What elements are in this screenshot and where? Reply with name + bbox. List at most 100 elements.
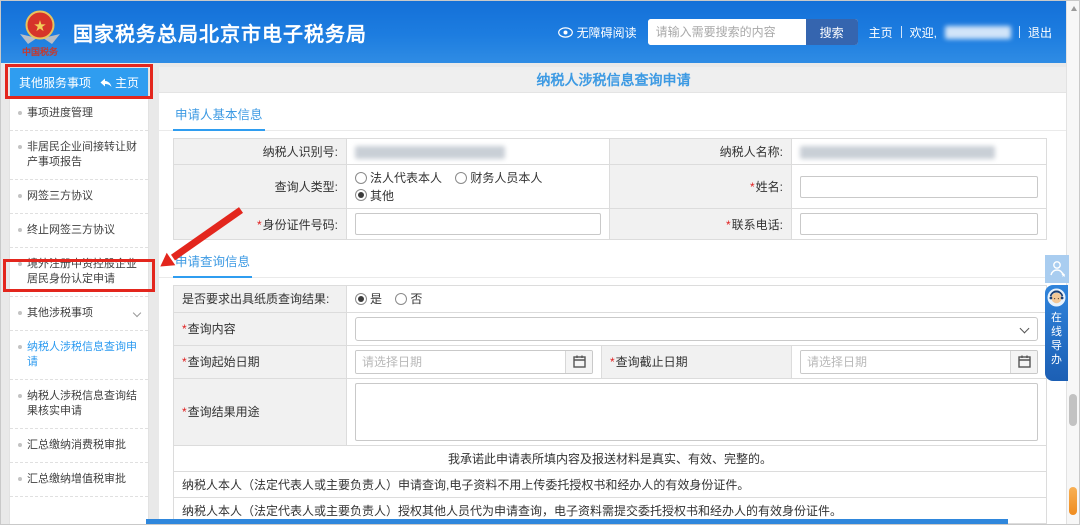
sidebar-item-label: 纳税人涉税信息查询申请: [27, 340, 143, 370]
site-title: 国家税务总局北京市电子税务局: [73, 18, 367, 47]
bullet-icon: [18, 228, 22, 232]
sidebar-item-overseas-resident-identification[interactable]: 境外注册中资控股企业居民身份认定申请: [10, 248, 148, 297]
home-link[interactable]: 主页: [869, 24, 893, 41]
radio-paper-no[interactable]: 否: [395, 290, 422, 307]
search-input[interactable]: [648, 19, 806, 45]
scroll-up-icon: [1071, 6, 1077, 11]
sidebar-item-terminate-tripartite-agreement[interactable]: 终止网签三方协议: [10, 214, 148, 248]
redacted-taxpayer-name: [800, 146, 995, 159]
bullet-icon: [18, 345, 22, 349]
required-mark: *: [726, 218, 731, 232]
header-nav: 主页 欢迎, 退出: [869, 24, 1052, 41]
phone-label: 联系电话:: [732, 218, 783, 232]
sidebar-item-label: 汇总缴纳增值税审批: [27, 472, 126, 487]
radio-finance-staff[interactable]: 财务人员本人: [455, 169, 542, 186]
chevron-down-icon: [133, 309, 141, 317]
redacted-taxpayer-id: [355, 146, 505, 159]
chevron-down-icon: [1020, 323, 1030, 333]
required-mark: *: [750, 180, 755, 194]
bullet-icon: [18, 394, 22, 398]
top-header: ★ 中国税务 国家税务总局北京市电子税务局 无障碍阅读 搜索 主页 欢迎,: [1, 1, 1068, 63]
radio-paper-yes[interactable]: 是: [355, 290, 382, 307]
end-date-input[interactable]: [801, 351, 1010, 373]
table-row: 查询人类型: 法人代表本人 财务人员本人 其他 *姓名:: [174, 165, 1047, 209]
radio-icon[interactable]: [355, 172, 367, 184]
sidebar-item-label: 其他涉税事项: [27, 306, 93, 321]
sidebar-item-vat-approval[interactable]: 汇总缴纳增值税审批: [10, 463, 148, 497]
radio-icon-checked[interactable]: [355, 293, 367, 305]
bullet-icon: [18, 477, 22, 481]
paper-result-label: 是否要求出具纸质查询结果:: [182, 292, 329, 306]
start-date-label: 查询起始日期: [188, 355, 260, 369]
online-guide-tab[interactable]: 在线导办: [1045, 285, 1068, 381]
sidebar-item-progress-management[interactable]: 事项进度管理: [10, 97, 148, 131]
online-service-button[interactable]: ★: [1045, 255, 1069, 283]
sidebar-item-query-result-verification[interactable]: 纳税人涉税信息查询结果核实申请: [10, 380, 148, 429]
svg-text:★: ★: [33, 18, 46, 35]
scrollbar-thumb[interactable]: [1069, 394, 1077, 426]
section-query-info-tabrow: 申请查询信息: [159, 244, 1068, 278]
sidebar-item-nonresident-transfer-report[interactable]: 非居民企业间接转让财产事项报告: [10, 131, 148, 180]
sidebar-item-label: 事项进度管理: [27, 106, 93, 121]
id-number-input[interactable]: [355, 213, 601, 235]
section-basic-info-title: 申请人基本信息: [173, 97, 265, 131]
table-row: 我承诺此申请表所填内容及报送材料是真实、有效、完整的。: [174, 445, 1047, 471]
start-date-input[interactable]: [356, 351, 565, 373]
accessibility-toggle[interactable]: 无障碍阅读: [558, 24, 637, 41]
search-button[interactable]: 搜索: [806, 19, 858, 45]
back-home-link[interactable]: 主页: [100, 74, 139, 91]
required-mark: *: [257, 218, 262, 232]
sidebar-item-consumption-tax-approval[interactable]: 汇总缴纳消费税审批: [10, 429, 148, 463]
sidebar-item-tax-info-query-application[interactable]: 纳税人涉税信息查询申请: [10, 331, 148, 380]
basic-info-table: 纳税人识别号: 纳税人名称: 查询人类型: 法人代表本人 财务人员本人: [173, 138, 1047, 240]
table-row: 纳税人本人（法定代表人或主要负责人）申请查询,电子资料不用上传委托授权书和经办人…: [174, 471, 1047, 497]
page-title: 纳税人涉税信息查询申请: [159, 67, 1068, 93]
radio-label: 财务人员本人: [470, 169, 542, 186]
sidebar-item-label: 纳税人涉税信息查询结果核实申请: [27, 389, 143, 419]
query-content-select[interactable]: [355, 317, 1038, 341]
required-mark: *: [610, 355, 615, 369]
section-query-info-title: 申请查询信息: [173, 244, 252, 278]
sidebar-item-tripartite-agreement[interactable]: 网签三方协议: [10, 180, 148, 214]
sidebar-header: 其他服务事项 主页: [10, 68, 148, 97]
table-row: 是否要求出具纸质查询结果: 是 否: [174, 286, 1047, 313]
tax-emblem-logo: ★ 中国税务: [17, 7, 63, 57]
welcome-label: 欢迎,: [910, 24, 937, 41]
bullet-icon: [18, 145, 22, 149]
radio-label: 是: [370, 290, 382, 307]
sidebar: 其他服务事项 主页 事项进度管理 非居民企业间接转让财产事项报告 网签三方协议 …: [9, 67, 149, 525]
scrollbar-up-arrow[interactable]: [1067, 1, 1080, 15]
radio-other[interactable]: 其他: [355, 187, 394, 204]
name-input[interactable]: [800, 176, 1038, 198]
search-box: 搜索: [648, 19, 858, 45]
logout-link[interactable]: 退出: [1028, 24, 1052, 41]
bullet-icon: [18, 111, 22, 115]
radio-icon[interactable]: [455, 172, 467, 184]
radio-label: 否: [410, 290, 422, 307]
nav-divider: [1019, 26, 1020, 38]
required-mark: *: [182, 355, 187, 369]
usage-textarea[interactable]: [355, 383, 1038, 441]
calendar-icon[interactable]: [565, 351, 592, 373]
nav-divider: [901, 26, 902, 38]
query-info-table: 是否要求出具纸质查询结果: 是 否 *查询内容: [173, 285, 1047, 524]
bullet-icon: [18, 443, 22, 447]
radio-label: 其他: [370, 187, 394, 204]
section-basic-info-tabrow: 申请人基本信息: [159, 97, 1068, 131]
radio-icon-checked[interactable]: [355, 189, 367, 201]
sidebar-item-label: 非居民企业间接转让财产事项报告: [27, 140, 143, 170]
scrollbar-thumb-highlight[interactable]: [1069, 487, 1077, 515]
calendar-icon[interactable]: [1010, 351, 1037, 373]
usage-label: 查询结果用途: [188, 405, 260, 419]
taxpayer-id-label: 纳税人识别号:: [263, 145, 338, 159]
radio-icon[interactable]: [395, 293, 407, 305]
app-window: ★ 中国税务 国家税务总局北京市电子税务局 无障碍阅读 搜索 主页 欢迎,: [0, 0, 1080, 525]
sidebar-item-label: 汇总缴纳消费税审批: [27, 438, 126, 453]
bullet-icon: [18, 262, 22, 266]
sidebar-item-other-tax-matters[interactable]: 其他涉税事项: [10, 297, 148, 331]
radio-legal-representative[interactable]: 法人代表本人: [355, 169, 442, 186]
taxpayer-name-label: 纳税人名称:: [720, 145, 783, 159]
redacted-username: [945, 26, 1011, 39]
phone-input[interactable]: [800, 213, 1038, 235]
back-arrow-icon: [100, 77, 112, 88]
